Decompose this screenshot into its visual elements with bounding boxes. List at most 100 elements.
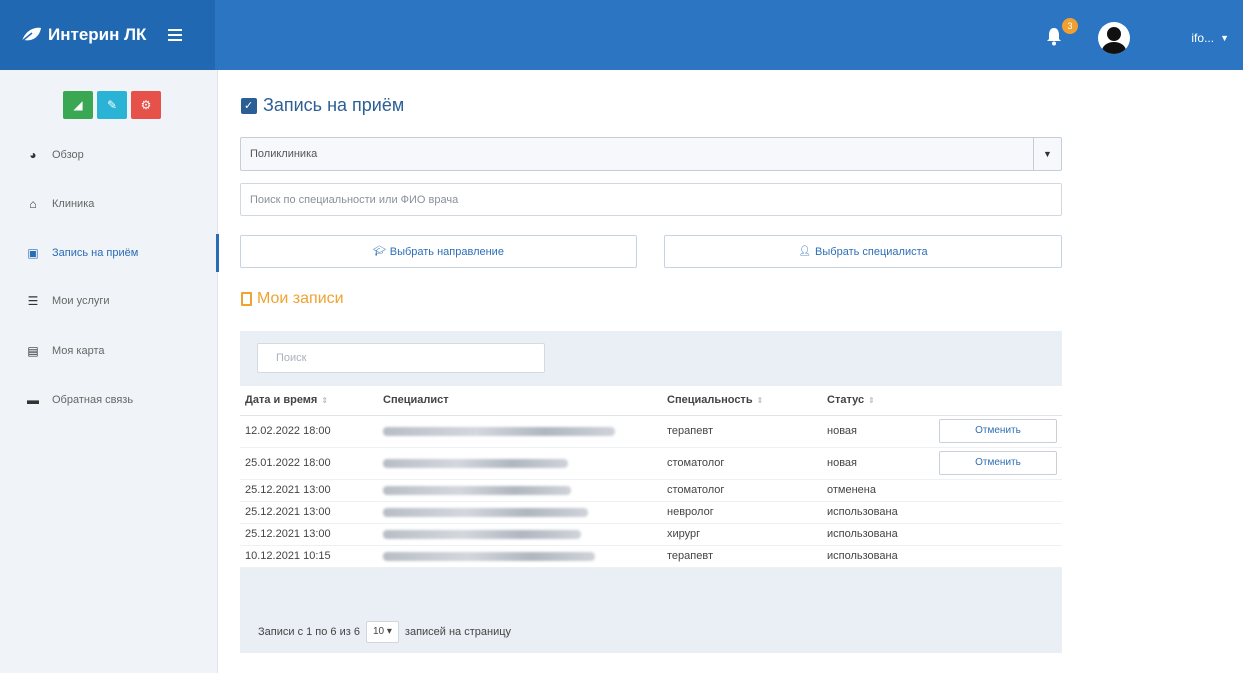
table-row: 25.12.2021 13:00 невролог использована [240,501,1062,524]
table-row: 10.12.2021 10:15 терапевт использована [240,545,1062,568]
edit-icon[interactable]: ✎ [97,91,127,119]
page-title-text: Запись на приём [263,95,405,115]
cancel-button[interactable]: Отменить [939,451,1057,475]
cell-specialty: невролог [662,501,822,524]
quick-actions: ◢ ✎ ⚙ [63,91,161,119]
user-menu[interactable]: ifo... ▼ [1098,22,1229,54]
cell-specialty: стоматолог [662,447,822,480]
bell-icon[interactable] [1046,26,1062,46]
cell-specialist [378,479,662,502]
sidebar-item-services[interactable]: ☰ Мои услуги [0,286,218,316]
table-row: 25.12.2021 13:00 стоматолог отменена [240,479,1062,502]
cell-action: Отменить [934,447,1062,480]
cell-status: использована [822,545,934,568]
cell-action [934,523,1062,546]
table-footer: Записи с 1 по 6 из 6 10 ▾ записей на стр… [258,621,511,643]
sidebar-item-appointment[interactable]: ▣ Запись на приём [0,234,219,272]
sort-icon: ⇕ [868,396,875,406]
table-search-input[interactable] [257,343,545,373]
chevron-down-icon: ▾ [386,626,392,637]
cell-specialty: хирург [662,523,822,546]
clinic-select-value: Поликлиника [250,148,318,160]
sidebar: ◢ ✎ ⚙ ◕ Обзор ⌂ Клиника ▣ Запись на приё… [0,70,219,673]
sidebar-item-clinic[interactable]: ⌂ Клиника [0,189,218,219]
sidebar-item-feedback[interactable]: ▬ Обратная связь [0,385,218,415]
column-header-label: Специалист [383,394,449,407]
choose-specialist-button[interactable]: 👤︎ Выбрать специалиста [664,235,1062,268]
column-header-specialist[interactable]: Специалист [378,386,662,416]
cell-datetime: 12.02.2022 18:00 [240,415,378,448]
sidebar-item-label: Обратная связь [52,394,134,406]
cell-specialist [378,447,662,480]
sort-icon: ⇕ [756,396,764,406]
sidebar-item-label: Мои услуги [52,295,110,307]
card-icon: ▤ [27,344,39,358]
cell-status: новая [822,447,934,480]
records-table: Дата и время ⇕ Специалист Специальность ⇕ … [240,386,1062,568]
cell-specialty: терапевт [662,415,822,448]
page-size-value: 10 [372,626,385,637]
comment-icon: ▬ [27,393,39,407]
hospital-icon: ⌂ [29,197,37,211]
settings-icon[interactable]: ⚙ [131,91,161,119]
cancel-button[interactable]: Отменить [939,419,1057,443]
leaf-icon [20,27,41,43]
menu-toggle-icon[interactable] [168,29,183,41]
sort-icon: ⇕ [321,396,329,406]
column-header-status[interactable]: Статус ⇕ [822,386,934,416]
redacted-name [383,507,588,517]
table-row: 25.12.2021 13:00 хирург использована [240,523,1062,546]
calendar-check-icon: ▣ [27,246,39,260]
redacted-name [383,485,571,495]
cell-specialist [378,415,662,448]
redacted-name [383,426,615,436]
records-title: Мои записи [241,290,344,308]
sidebar-item-label: Клиника [52,198,95,210]
cell-datetime: 10.12.2021 10:15 [240,545,378,568]
brand: Интерин ЛК [0,0,215,70]
column-header-actions [934,386,1062,416]
records-title-text: Мои записи [257,290,344,307]
table-info: Записи с 1 по 6 из 6 [258,626,360,638]
choose-direction-label: Выбрать направление [389,245,504,258]
list-icon: ☰ [27,294,39,308]
per-page-label: записей на страницу [404,626,512,638]
chevron-down-icon: ▼ [1033,138,1061,170]
cell-specialist [378,523,662,546]
bookmark-icon [241,292,252,306]
sidebar-item-label: Обзор [52,149,84,161]
table-row: 12.02.2022 18:00 терапевт новая Отменить [240,415,1062,448]
redacted-name [383,458,568,468]
cell-datetime: 25.12.2021 13:00 [240,523,378,546]
calendar-check-icon [241,97,257,114]
choose-direction-button[interactable]: 🎓︎ Выбрать направление [240,235,637,268]
cell-status: использована [822,501,934,524]
specialist-search-input[interactable] [240,183,1062,216]
notification-badge: 3 [1062,18,1078,34]
avatar [1098,22,1130,54]
redacted-name [383,551,595,561]
cell-action [934,501,1062,524]
column-header-datetime[interactable]: Дата и время ⇕ [240,386,378,416]
table-row: 25.01.2022 18:00 стоматолог новая Отмени… [240,447,1062,480]
username: ifo... [1138,31,1215,45]
cell-datetime: 25.12.2021 13:00 [240,479,378,502]
cell-specialist [378,501,662,524]
page-size-select[interactable]: 10 ▾ [365,621,399,643]
sidebar-item-card[interactable]: ▤ Моя карта [0,336,218,366]
clinic-select[interactable]: Поликлиника ▼ [240,137,1062,171]
column-header-specialty[interactable]: Специальность ⇕ [662,386,822,416]
chevron-down-icon: ▼ [1220,33,1229,43]
sidebar-item-overview[interactable]: ◕ Обзор [0,140,218,170]
chart-icon[interactable]: ◢ [63,91,93,119]
app-title: Интерин ЛК [48,25,147,44]
cell-action [934,479,1062,502]
column-header-label: Статус [827,394,865,407]
cell-status: отменена [822,479,934,502]
cell-status: использована [822,523,934,546]
page-title: Запись на приём [241,95,404,116]
graduation-cap-icon: 🎓︎ [373,246,386,257]
column-header-label: Дата и время [245,394,318,407]
cell-specialty: стоматолог [662,479,822,502]
cell-action [934,545,1062,568]
